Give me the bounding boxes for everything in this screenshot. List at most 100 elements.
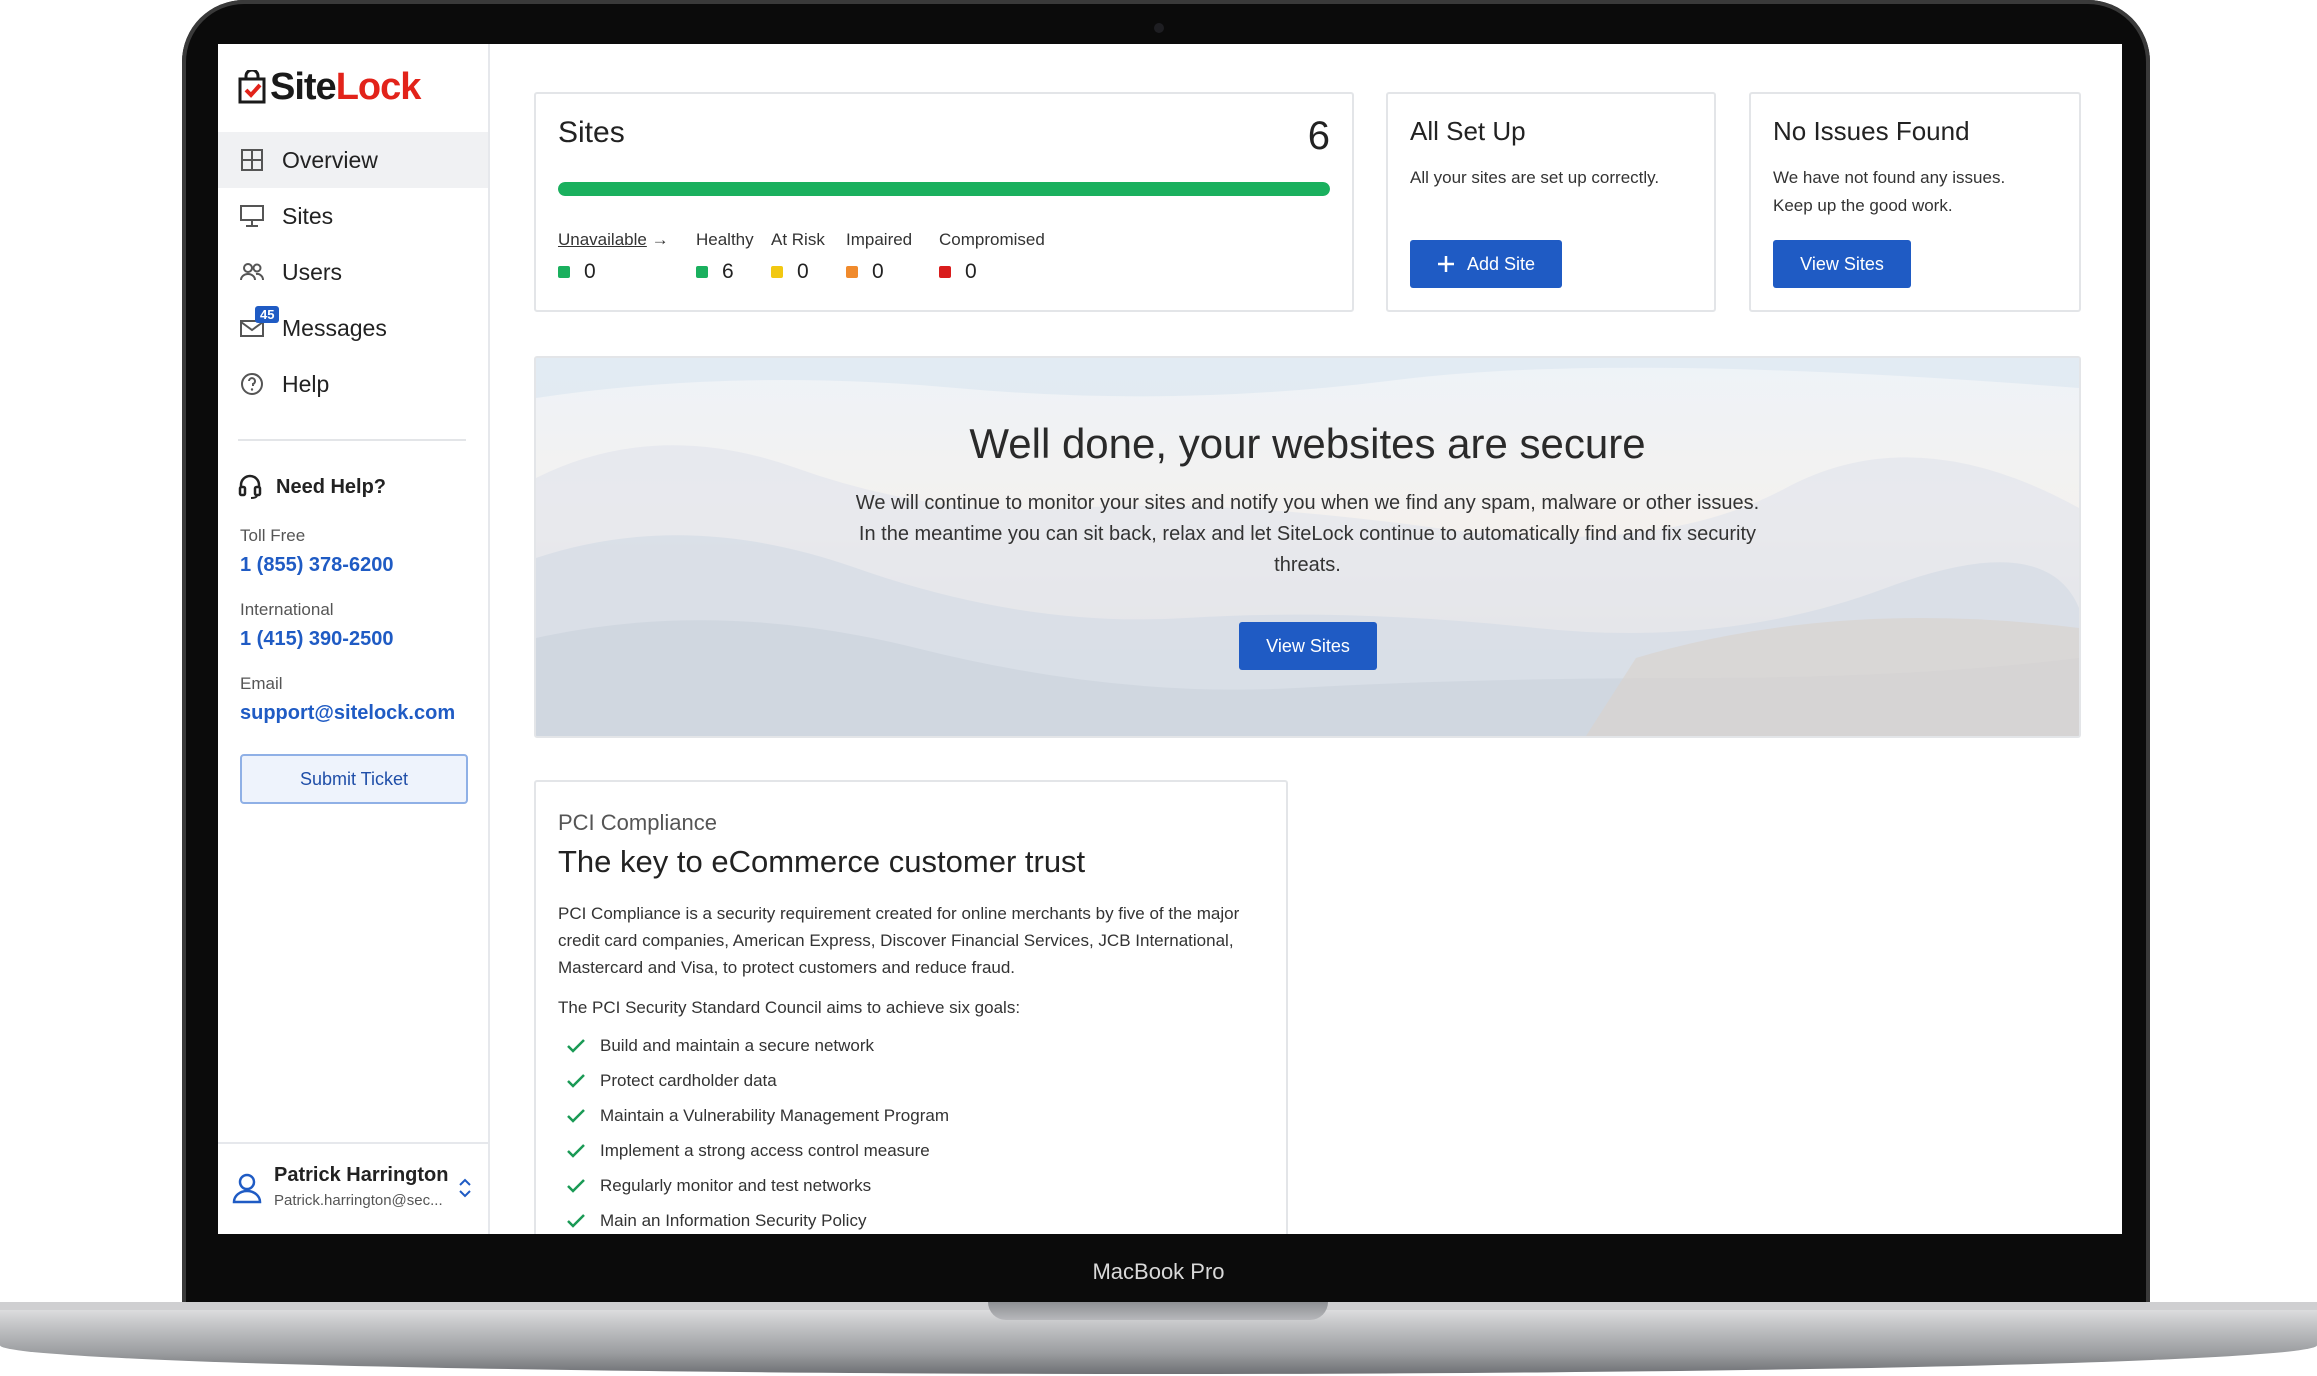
checkmark-icon xyxy=(567,1074,585,1088)
pci-goals-intro: The PCI Security Standard Council aims t… xyxy=(558,998,1021,1017)
toll-free-label: Toll Free xyxy=(240,526,306,545)
sites-summary-card: Sites 6 Unavailable → 0 Healthy 6 At Ris… xyxy=(534,92,1354,312)
status-healthy: Healthy 6 xyxy=(696,230,754,284)
status-dot xyxy=(771,266,783,278)
pci-goal-item: Maintain a Vulnerability Management Prog… xyxy=(566,1106,949,1126)
issues-status-card: No Issues Found We have not found any is… xyxy=(1749,92,2081,312)
pci-goal-text: Build and maintain a secure network xyxy=(600,1036,875,1055)
status-value: 0 xyxy=(584,260,596,283)
setup-card-title: All Set Up xyxy=(1410,116,1526,146)
pci-goal-item: Implement a strong access control measur… xyxy=(566,1141,930,1161)
pci-title: The key to eCommerce customer trust xyxy=(558,844,1086,879)
status-value: 0 xyxy=(965,260,977,283)
user-account-menu[interactable]: Patrick Harrington Patrick.harrington@se… xyxy=(218,1142,488,1234)
sites-count: 6 xyxy=(1307,114,1330,158)
sidebar-item-sites[interactable]: Sites xyxy=(218,188,488,244)
issues-card-text: We have not found any issues. Keep up th… xyxy=(1773,168,2006,215)
sidebar-item-label: Messages xyxy=(282,314,387,341)
status-label: Healthy xyxy=(696,230,754,249)
sites-card-title: Sites xyxy=(558,116,625,149)
headset-icon xyxy=(238,474,262,500)
device-label: MacBook Pro xyxy=(1092,1259,1225,1284)
checkmark-icon xyxy=(567,1109,585,1123)
checkmark-icon xyxy=(567,1179,585,1193)
international-phone-link[interactable]: 1 (415) 390-2500 xyxy=(240,628,393,651)
laptop-notch xyxy=(988,1302,1328,1320)
status-dot xyxy=(846,266,858,278)
user-name: Patrick Harrington xyxy=(274,1164,449,1186)
sites-health-bar xyxy=(558,182,1330,196)
pci-kicker: PCI Compliance xyxy=(558,810,717,835)
pci-goal-text: Implement a strong access control measur… xyxy=(600,1141,930,1160)
user-icon xyxy=(232,1172,262,1209)
plus-icon xyxy=(1437,256,1454,272)
international-label: International xyxy=(240,600,334,619)
status-label: Impaired xyxy=(846,230,913,249)
status-at-risk: At Risk 0 xyxy=(771,230,825,284)
screen: SiteLock Overview Sites Users 45 Message… xyxy=(218,44,2122,1234)
email-label: Email xyxy=(240,674,283,693)
sidebar-item-label: Help xyxy=(282,370,330,397)
pci-goal-item: Main an Information Security Policy xyxy=(566,1211,866,1231)
sitelock-logo[interactable]: SiteLock xyxy=(238,62,422,112)
monitor-icon xyxy=(238,202,266,230)
status-dot xyxy=(939,266,951,278)
status-label: Compromised xyxy=(939,230,1045,249)
checkmark-icon xyxy=(567,1144,585,1158)
status-compromised: Compromised 0 xyxy=(939,230,1045,284)
chevron-up-down-icon xyxy=(458,1176,472,1205)
status-dot xyxy=(558,266,570,278)
sidebar-item-label: Overview xyxy=(282,146,378,173)
sidebar-item-users[interactable]: Users xyxy=(218,244,488,300)
pci-compliance-card: PCI Compliance The key to eCommerce cust… xyxy=(534,780,1288,1234)
issues-card-title: No Issues Found xyxy=(1773,116,1970,146)
logo-text-lock: Lock xyxy=(335,65,422,108)
submit-ticket-button[interactable]: Submit Ticket xyxy=(240,754,468,804)
setup-card-text: All your sites are set up correctly. xyxy=(1410,168,1660,187)
sites-health-bar-fill xyxy=(558,182,1330,196)
pci-goal-text: Protect cardholder data xyxy=(600,1071,777,1090)
toll-free-phone-link[interactable]: 1 (855) 378-6200 xyxy=(240,554,393,577)
status-unavailable[interactable]: Unavailable → 0 xyxy=(558,230,669,284)
pci-goal-item: Build and maintain a secure network xyxy=(566,1036,874,1056)
shopping-bag-check-icon xyxy=(238,70,266,104)
pci-goal-text: Main an Information Security Policy xyxy=(600,1211,867,1230)
need-help-heading: Need Help? xyxy=(238,474,386,500)
sidebar-item-overview[interactable]: Overview xyxy=(218,132,488,188)
grid-icon xyxy=(238,146,266,174)
status-impaired: Impaired 0 xyxy=(846,230,912,284)
hero-title: Well done, your websites are secure xyxy=(969,420,1646,467)
need-help-title: Need Help? xyxy=(276,475,387,498)
sidebar-item-label: Users xyxy=(282,258,343,285)
add-site-button[interactable]: Add Site xyxy=(1410,240,1562,288)
arrow-right-icon: → xyxy=(651,230,669,249)
add-site-label: Add Site xyxy=(1466,253,1536,274)
status-value: 6 xyxy=(722,260,734,283)
secure-banner: Well done, your websites are secure We w… xyxy=(534,356,2081,738)
pci-goal-item: Regularly monitor and test networks xyxy=(566,1176,871,1196)
sidebar-item-help[interactable]: Help xyxy=(218,356,488,412)
checkmark-icon xyxy=(567,1214,585,1228)
sidebar-nav: Overview Sites Users 45 Messages Help xyxy=(218,132,488,412)
support-email-link[interactable]: support@sitelock.com xyxy=(240,702,455,725)
hero-view-sites-button[interactable]: View Sites xyxy=(1239,622,1377,670)
setup-status-card: All Set Up All your sites are set up cor… xyxy=(1386,92,1716,312)
pci-goal-text: Regularly monitor and test networks xyxy=(600,1176,872,1195)
pci-paragraph: PCI Compliance is a security requirement… xyxy=(558,904,1240,977)
pci-goal-text: Maintain a Vulnerability Management Prog… xyxy=(600,1106,949,1125)
status-label: Unavailable xyxy=(558,230,647,249)
pci-goal-item: Protect cardholder data xyxy=(566,1071,777,1091)
user-email: Patrick.harrington@sec... xyxy=(274,1192,443,1209)
status-label: At Risk xyxy=(771,230,825,249)
sidebar-divider xyxy=(238,439,466,441)
logo-text-site: Site xyxy=(270,65,337,108)
status-dot xyxy=(696,266,708,278)
sidebar: SiteLock Overview Sites Users 45 Message… xyxy=(218,44,490,1234)
question-icon xyxy=(238,370,266,398)
status-value: 0 xyxy=(797,260,809,283)
camera-dot xyxy=(1154,23,1164,33)
sidebar-item-messages[interactable]: 45 Messages xyxy=(218,300,488,356)
sidebar-item-label: Sites xyxy=(282,202,334,229)
view-sites-button[interactable]: View Sites xyxy=(1773,240,1911,288)
messages-count-badge: 45 xyxy=(255,306,280,323)
